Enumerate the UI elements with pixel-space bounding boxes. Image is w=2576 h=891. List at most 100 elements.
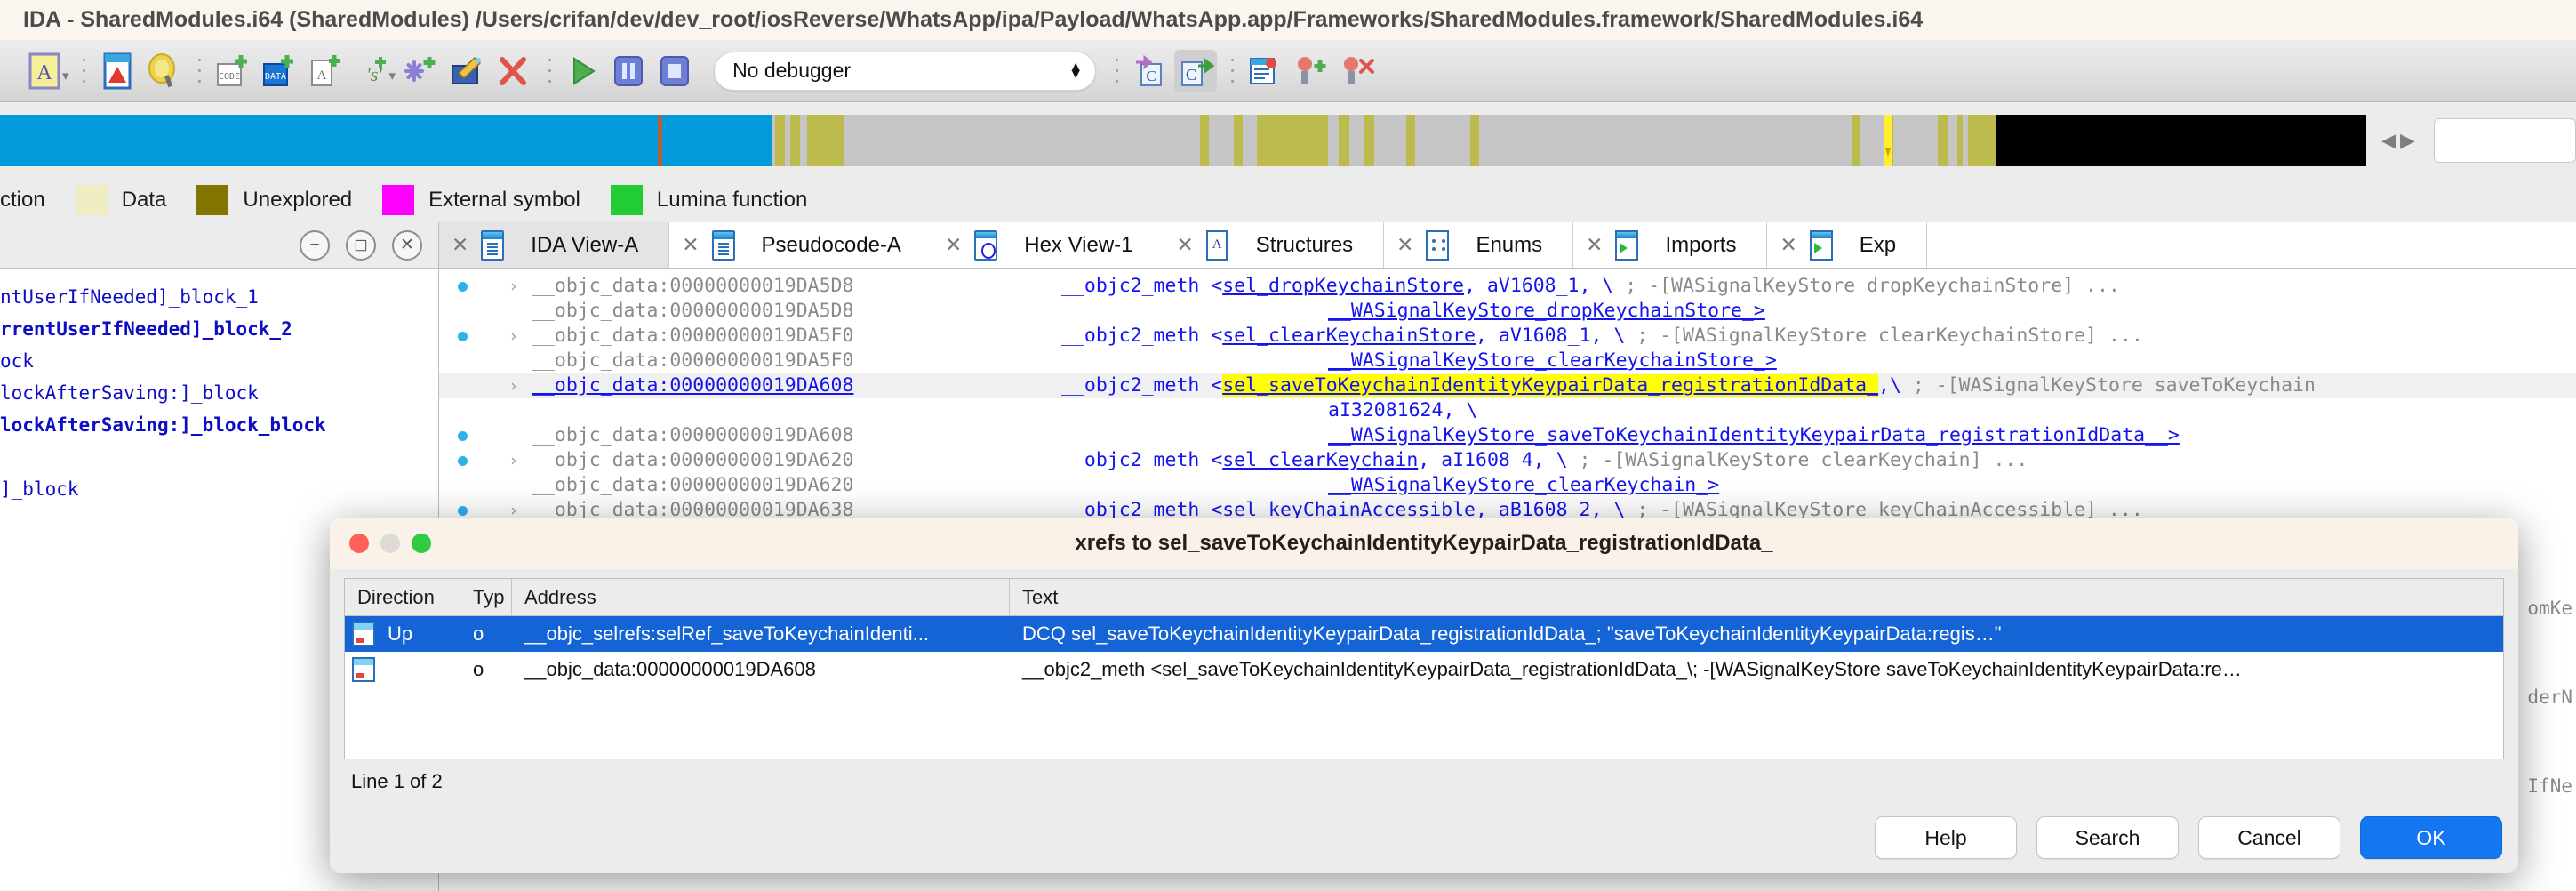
cancel-button[interactable]: Cancel: [2198, 816, 2340, 859]
run-button[interactable]: [561, 48, 604, 94]
make-struct-dropdown-caret[interactable]: ▾: [389, 68, 396, 84]
make-struct-button[interactable]: 's' ▾: [350, 48, 396, 94]
navband-right-arrow-icon[interactable]: ▶: [2400, 129, 2415, 152]
minimize-icon[interactable]: −: [300, 229, 330, 261]
navband-arrows[interactable]: ◀ ▶: [2367, 115, 2429, 166]
search-button[interactable]: [142, 48, 185, 94]
column-header-typ[interactable]: Typ: [460, 579, 512, 616]
tab-close-icon[interactable]: ✕: [1177, 233, 1194, 257]
ok-button[interactable]: OK: [2360, 816, 2502, 859]
jump-to-problem-icon[interactable]: [96, 50, 139, 92]
function-list-item[interactable]: ntUserIfNeeded]_block_1: [0, 281, 438, 313]
tab-pseudocode-a[interactable]: ✕ Pseudocode-A: [669, 222, 932, 268]
tab-close-icon[interactable]: ✕: [682, 233, 699, 257]
disassembly-line[interactable]: __objc_data:00000000019DA5F0 __WASignalKe…: [439, 349, 2576, 373]
function-list-item[interactable]: lockAfterSaving:]_block_block: [0, 409, 438, 441]
disassembly-line[interactable]: aI32081624, \: [439, 398, 2576, 423]
delete-breakpoint-icon[interactable]: [1336, 50, 1379, 92]
disassembly-line[interactable]: __objc_data:00000000019DA608 __WASignalKe…: [439, 423, 2576, 448]
function-list-item[interactable]: [0, 441, 438, 473]
column-header-text[interactable]: Text: [1010, 579, 2476, 616]
navband-overview-box[interactable]: [2434, 118, 2576, 163]
tab-structures[interactable]: ✕ Structures: [1164, 222, 1385, 268]
tab-close-icon[interactable]: ✕: [945, 233, 962, 257]
function-list-item[interactable]: rrentUserIfNeeded]_block_2: [0, 313, 438, 345]
stop-icon[interactable]: [653, 50, 696, 92]
undefine-icon[interactable]: [492, 50, 534, 92]
step-into-button[interactable]: C: [1174, 48, 1218, 94]
undefine-button[interactable]: [492, 48, 534, 94]
make-array-button[interactable]: [399, 48, 442, 94]
tab-close-icon[interactable]: ✕: [1586, 233, 1603, 257]
make-array-icon[interactable]: [399, 50, 442, 92]
disassembly-line[interactable]: › __objc_data:00000000019DA5D8 __objc2_met…: [439, 274, 2576, 299]
expand-arrow-icon[interactable]: ›: [508, 373, 518, 398]
maximize-icon[interactable]: ◻: [346, 229, 376, 261]
search-button[interactable]: Search: [2036, 816, 2179, 859]
breakpoint-marker-icon[interactable]: [458, 332, 468, 341]
rename-icon[interactable]: A: [23, 50, 66, 92]
debugger-options-icon[interactable]: C: [1128, 50, 1171, 92]
delete-breakpoint-button[interactable]: [1336, 48, 1379, 94]
make-code-button[interactable]: CODE: [212, 48, 254, 94]
rename-button[interactable]: A ▾: [23, 48, 69, 94]
chevron-updown-icon[interactable]: ▲ ▼: [1068, 60, 1083, 81]
make-data-icon[interactable]: DATA: [258, 50, 300, 92]
disassembly-line[interactable]: › __objc_data:00000000019DA620 __objc2_met…: [439, 448, 2576, 473]
breakpoint-marker-icon[interactable]: [458, 282, 468, 292]
breakpoint-list-icon[interactable]: [1244, 50, 1286, 92]
navigation-band[interactable]: [0, 115, 2366, 166]
help-button[interactable]: Help: [1875, 816, 2017, 859]
expand-arrow-icon[interactable]: ›: [508, 448, 518, 473]
disassembly-line[interactable]: › __objc_data:00000000019DA5F0 __objc2_met…: [439, 324, 2576, 349]
column-header-address[interactable]: Address: [512, 579, 1010, 616]
function-list-item[interactable]: ock: [0, 345, 438, 377]
xrefs-table-body[interactable]: Up o __objc_selrefs:selRef_saveToKeychainI…: [345, 616, 2503, 687]
tab-close-icon[interactable]: ✕: [1396, 233, 1413, 257]
table-row[interactable]: Up o __objc_selrefs:selRef_saveToKeychainI…: [345, 616, 2503, 652]
disassembly-line[interactable]: › __objc_data:00000000019DA608 __objc2_met…: [439, 373, 2576, 398]
navband-cursor[interactable]: [1884, 115, 1892, 166]
function-list-item[interactable]: ]_block: [0, 473, 438, 505]
disassembly-line[interactable]: __objc_data:00000000019DA620 __WASignalKe…: [439, 473, 2576, 498]
debugger-select[interactable]: No debugger ▲ ▼: [714, 51, 1097, 91]
breakpoint-marker-icon[interactable]: [458, 506, 468, 516]
function-list-item[interactable]: lockAfterSaving:]_block: [0, 377, 438, 409]
expand-arrow-icon[interactable]: ›: [508, 274, 518, 299]
tab-exp[interactable]: ✕ Exp: [1767, 222, 1928, 268]
rename-dropdown-caret[interactable]: ▾: [62, 68, 69, 84]
stop-button[interactable]: [653, 48, 696, 94]
make-ascii-icon[interactable]: A: [304, 50, 347, 92]
expand-arrow-icon[interactable]: ›: [508, 324, 518, 349]
disassembly-line[interactable]: __objc_data:00000000019DA5D8 __WASignalKe…: [439, 299, 2576, 324]
make-struct-icon[interactable]: 's': [350, 50, 393, 92]
close-icon[interactable]: ✕: [392, 229, 422, 261]
run-icon[interactable]: [561, 50, 604, 92]
xrefs-table[interactable]: Direction Typ Address Text Up o __objc_selref…: [344, 578, 2504, 759]
tab-hex-view-1[interactable]: ✕ Hex View-1: [932, 222, 1164, 268]
pause-icon[interactable]: [607, 50, 650, 92]
edit-function-icon[interactable]: [445, 50, 488, 92]
tab-close-icon[interactable]: ✕: [1780, 233, 1796, 257]
column-header-direction[interactable]: Direction: [345, 579, 460, 616]
tab-enums[interactable]: ✕ Enums: [1384, 222, 1574, 268]
make-ascii-button[interactable]: A: [304, 48, 347, 94]
jump-to-problem-button[interactable]: [96, 48, 139, 94]
step-into-icon[interactable]: C: [1174, 49, 1218, 92]
edit-function-button[interactable]: [445, 48, 488, 94]
functions-list[interactable]: ntUserIfNeeded]_block_1 rrentUserIfNeeded…: [0, 269, 438, 505]
tab-imports[interactable]: ✕ Imports: [1573, 222, 1768, 268]
tab-ida-view-a[interactable]: ✕ IDA View-A: [439, 222, 670, 268]
search-icon[interactable]: [142, 50, 185, 92]
navband-left-arrow-icon[interactable]: ◀: [2381, 129, 2396, 152]
table-row[interactable]: o __objc_data:00000000019DA608 __objc2_met…: [345, 652, 2503, 687]
breakpoint-marker-icon[interactable]: [458, 431, 468, 441]
make-code-icon[interactable]: CODE: [212, 50, 254, 92]
make-data-button[interactable]: DATA: [258, 48, 300, 94]
breakpoint-marker-icon[interactable]: [458, 456, 468, 466]
tab-close-icon[interactable]: ✕: [452, 233, 468, 257]
add-breakpoint-button[interactable]: [1290, 48, 1332, 94]
pause-button[interactable]: [607, 48, 650, 94]
breakpoint-list-button[interactable]: [1244, 48, 1286, 94]
debugger-options-button[interactable]: C: [1128, 48, 1171, 94]
